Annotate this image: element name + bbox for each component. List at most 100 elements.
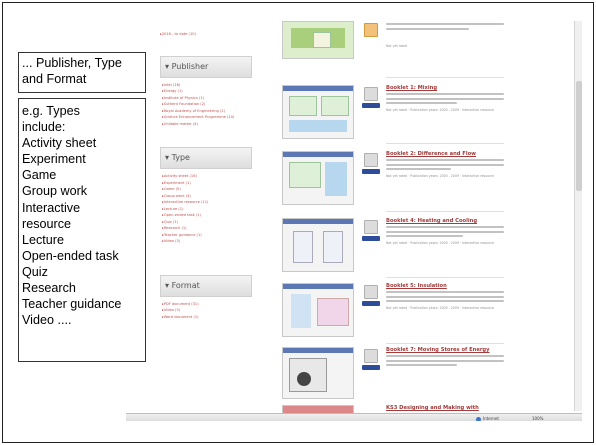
callout-line: Activity sheet xyxy=(22,136,97,151)
document-icon xyxy=(364,153,378,167)
result-thumbnail[interactable] xyxy=(282,347,354,399)
types-callout: e.g. Types include: Activity sheet Exper… xyxy=(18,98,146,362)
resource-badge xyxy=(362,103,380,108)
row-divider xyxy=(386,277,504,278)
facet-item[interactable]: Video (3) xyxy=(162,238,252,245)
result-text: Not yet rated xyxy=(386,21,504,48)
facet-header[interactable]: ▾ Publisher xyxy=(160,55,252,78)
result-thumbnail[interactable] xyxy=(282,151,354,205)
resource-badge xyxy=(362,236,380,241)
date-filter-item[interactable]: 2016 - to date (10) xyxy=(160,31,252,38)
result-title[interactable]: KS3 Designing and Making with xyxy=(386,405,504,411)
callout-line: Interactive xyxy=(22,200,81,215)
facet-header[interactable]: ▾ Type xyxy=(160,147,252,169)
facet-format: ▾ Format PDF document (31) Video (3) Wor… xyxy=(160,274,252,321)
result-text: Booklet 1: Mixing Not yet rated · Public… xyxy=(386,85,504,112)
facet-title: Type xyxy=(171,153,190,162)
callout-line: Quiz xyxy=(22,264,48,279)
description-line xyxy=(386,97,504,100)
result-title[interactable]: Booklet 7: Moving Stores of Energy xyxy=(386,347,504,353)
facet-publisher: ▾ Publisher Intel (16) Energy (1) Instit… xyxy=(160,55,252,128)
result-icons xyxy=(360,218,382,241)
description-line xyxy=(386,359,504,362)
description-line xyxy=(386,23,504,26)
result-meta: Not yet rated · Publication years: 2005 … xyxy=(386,306,495,311)
security-zone: Internet xyxy=(476,416,499,421)
row-divider xyxy=(386,343,504,344)
facet-title: Format xyxy=(171,280,200,290)
result-text: KS3 Designing and Making with xyxy=(386,405,504,411)
publisher-type-format-callout: ... Publisher, Type and Format xyxy=(18,52,146,93)
zone-label: Internet xyxy=(483,416,499,421)
description-line xyxy=(386,226,504,229)
globe-icon xyxy=(476,416,481,421)
row-divider xyxy=(386,211,504,212)
description-line xyxy=(386,355,504,358)
description-line xyxy=(386,295,504,298)
callout-line: Experiment xyxy=(22,152,86,167)
result-meta: Not yet rated · Publication years: 2005 … xyxy=(386,241,495,246)
result-title[interactable]: Booklet 1: Mixing xyxy=(386,85,504,91)
vertical-scrollbar[interactable] xyxy=(574,21,582,411)
result-icons xyxy=(360,283,382,306)
resource-badge xyxy=(362,365,380,370)
facet-item[interactable]: Word document (1) xyxy=(162,314,252,321)
description-line xyxy=(386,364,457,367)
zoom-level[interactable]: 100% xyxy=(532,416,543,421)
result-icons xyxy=(360,347,382,370)
description-line xyxy=(386,93,504,96)
facet-type: ▾ Type Activity sheet (16) Experiment (1… xyxy=(160,147,252,245)
result-text: Booklet 7: Moving Stores of Energy xyxy=(386,347,504,367)
result-text: Booklet 5: Insulation Not yet rated · Pu… xyxy=(386,283,504,310)
result-thumbnail[interactable] xyxy=(282,85,354,139)
callout-line: Open-ended task xyxy=(22,248,119,263)
facet-header[interactable]: ▾ Format xyxy=(160,274,252,297)
resource-badge xyxy=(362,169,380,174)
document-icon xyxy=(364,285,378,299)
callout-line: Group work xyxy=(22,184,88,199)
callout-line: resource xyxy=(22,216,71,231)
row-divider xyxy=(386,143,504,144)
facet-list: PDF document (31) Video (3) Word documen… xyxy=(160,297,252,321)
callout-line: Video .... xyxy=(22,313,72,328)
result-thumbnail[interactable] xyxy=(282,21,354,59)
callout-text: ... Publisher, Type and Format xyxy=(22,56,122,86)
document-icon xyxy=(364,23,378,37)
facet-list: Activity sheet (16) Experiment (1) Game … xyxy=(160,169,252,245)
result-thumbnail[interactable] xyxy=(282,283,354,337)
description-line xyxy=(386,300,504,303)
scrollbar-thumb[interactable] xyxy=(576,81,582,191)
description-line xyxy=(386,163,504,166)
description-line xyxy=(386,230,504,233)
result-icons xyxy=(360,21,382,37)
document-icon xyxy=(364,87,378,101)
row-divider xyxy=(386,77,504,78)
result-meta: Not yet rated xyxy=(386,43,408,48)
result-title[interactable]: Booklet 4: Heating and Cooling xyxy=(386,218,504,224)
facet-item[interactable]: Unilable matter (4) xyxy=(162,121,252,128)
result-thumbnail[interactable] xyxy=(282,218,354,272)
description-line xyxy=(386,168,451,171)
facet-title: Publisher xyxy=(171,61,209,71)
document-icon xyxy=(364,349,378,363)
callout-line: Research xyxy=(22,281,76,296)
result-meta: Not yet rated · Publication years: 2005 … xyxy=(386,108,495,113)
description-line xyxy=(386,102,457,105)
result-title[interactable]: Booklet 2: Difference and Flow xyxy=(386,151,504,157)
callout-line: include: xyxy=(22,120,66,135)
browser-screenshot: 2016 - to date (10) ▾ Publisher Intel (1… xyxy=(126,21,582,421)
description-line xyxy=(386,291,504,294)
result-text: Booklet 4: Heating and Cooling Not yet r… xyxy=(386,218,504,245)
document-icon xyxy=(364,220,378,234)
result-icons xyxy=(360,151,382,174)
results-list: Not yet rated Booklet 1: Mixing Not yet xyxy=(262,21,562,421)
callout-line: Game xyxy=(22,168,57,183)
description-line xyxy=(386,235,463,238)
facet-list: Intel (16) Energy (1) Institute of Physi… xyxy=(160,78,252,128)
browser-status-bar: Internet 100% xyxy=(126,413,582,421)
callout-line: Lecture xyxy=(22,232,65,247)
description-line xyxy=(386,27,469,30)
callout-line: e.g. Types xyxy=(22,104,80,118)
result-title[interactable]: Booklet 5: Insulation xyxy=(386,283,504,289)
resource-badge xyxy=(362,301,380,306)
